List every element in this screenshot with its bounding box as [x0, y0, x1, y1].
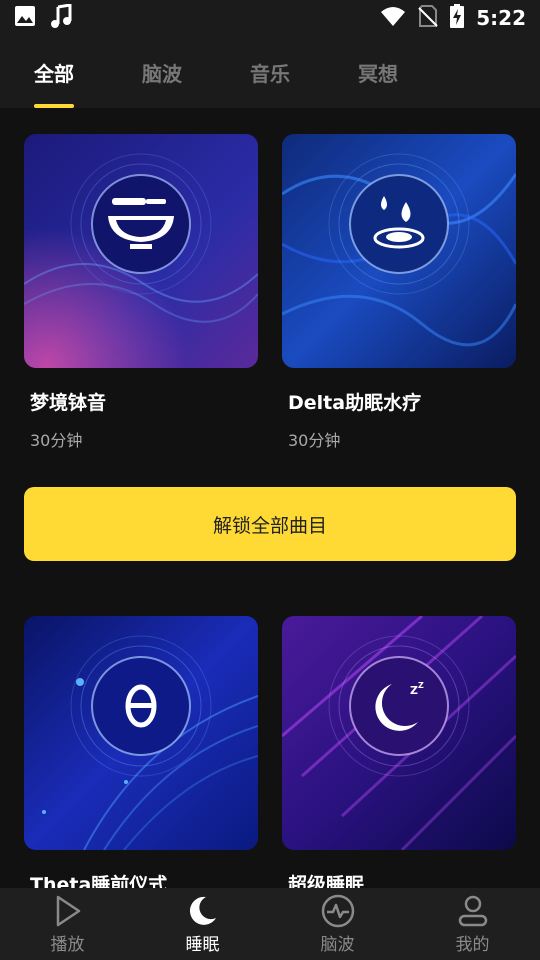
- track-card[interactable]: Theta睡前仪式: [24, 616, 258, 888]
- moon-zzz-icon: Z Z Z: [375, 681, 424, 731]
- tab-music[interactable]: 音乐: [250, 36, 358, 108]
- category-tabs: 全部 脑波 音乐 冥想: [0, 36, 540, 108]
- track-cover[interactable]: [282, 134, 516, 368]
- app-screen: 5:22 全部 脑波 音乐 冥想 梦境钵音 30分钟 Delta助眠水疗 30分…: [0, 0, 540, 960]
- pulse-icon: [321, 894, 354, 928]
- track-title: Delta助眠水疗: [288, 392, 422, 414]
- status-time: 5:22: [476, 6, 526, 30]
- nav-label: 我的: [455, 935, 490, 955]
- track-duration: 30分钟: [288, 431, 341, 450]
- track-card[interactable]: 梦境钵音 30分钟: [24, 134, 258, 451]
- track-row: Theta睡前仪式 Z Z Z 超级睡眠: [24, 616, 516, 888]
- water-drops-icon: [373, 196, 425, 249]
- image-icon: [14, 5, 36, 31]
- nav-label: 播放: [50, 935, 85, 955]
- nav-sleep[interactable]: 睡眠: [135, 888, 270, 960]
- track-cover[interactable]: [24, 616, 258, 850]
- theta-icon: [125, 684, 157, 728]
- track-card[interactable]: Delta助眠水疗 30分钟: [282, 134, 516, 451]
- track-duration: 30分钟: [30, 431, 83, 450]
- nav-profile[interactable]: 我的: [405, 888, 540, 960]
- singing-bowl-icon: [108, 198, 174, 249]
- play-icon: [56, 895, 80, 927]
- tab-brainwave[interactable]: 脑波: [142, 36, 250, 108]
- unlock-all-button[interactable]: 解锁全部曲目: [24, 487, 516, 561]
- tab-all[interactable]: 全部: [34, 36, 142, 108]
- moon-icon: [189, 896, 216, 925]
- track-cover[interactable]: [24, 134, 258, 368]
- svg-text:Z: Z: [400, 695, 412, 714]
- svg-text:Z: Z: [410, 684, 418, 697]
- wifi-icon: [380, 6, 406, 30]
- battery-charging-icon: [450, 4, 465, 32]
- track-list: 梦境钵音 30分钟 Delta助眠水疗 30分钟 解锁全部曲目 Theta睡前仪…: [0, 108, 540, 888]
- track-title: 梦境钵音: [30, 392, 107, 414]
- tab-meditation[interactable]: 冥想: [358, 36, 466, 108]
- nav-play[interactable]: 播放: [0, 888, 135, 960]
- track-cover[interactable]: Z Z Z: [282, 616, 516, 850]
- track-card[interactable]: Z Z Z 超级睡眠: [282, 616, 516, 888]
- track-title: 超级睡眠: [288, 874, 365, 888]
- track-row: 梦境钵音 30分钟 Delta助眠水疗 30分钟: [24, 134, 516, 451]
- status-bar: 5:22: [0, 0, 540, 36]
- no-sim-icon: [418, 5, 438, 31]
- music-note-icon: [50, 3, 72, 32]
- nav-brainwave[interactable]: 脑波: [270, 888, 405, 960]
- nav-label: 睡眠: [185, 935, 220, 955]
- user-icon: [458, 895, 487, 927]
- bottom-nav: 播放 睡眠 脑波 我的: [0, 888, 540, 960]
- track-title: Theta睡前仪式: [30, 874, 168, 888]
- nav-label: 脑波: [320, 935, 355, 955]
- svg-text:Z: Z: [418, 681, 424, 690]
